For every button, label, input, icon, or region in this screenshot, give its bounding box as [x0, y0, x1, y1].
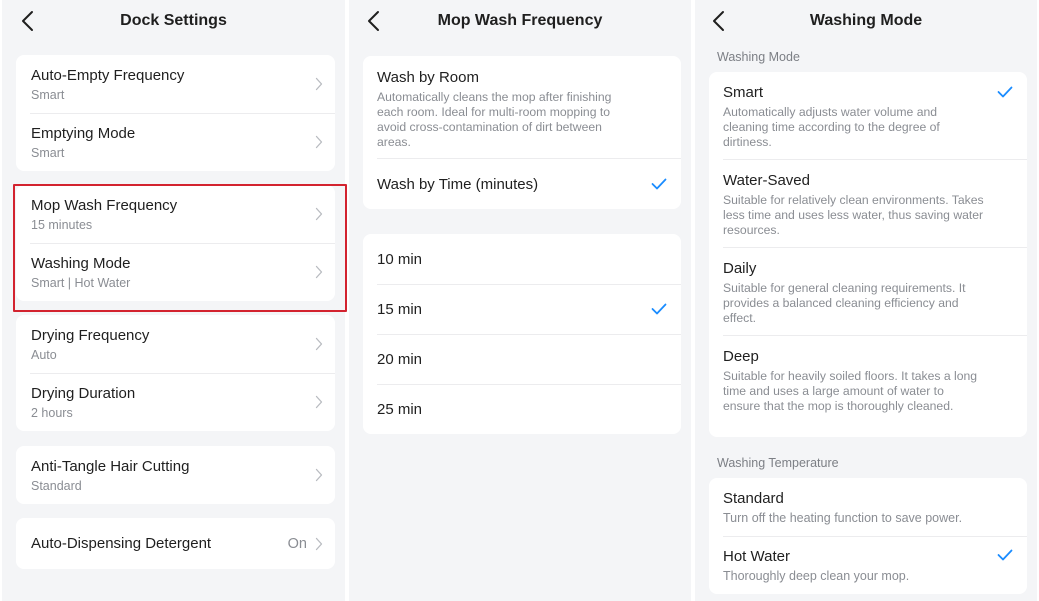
- chevron-right-icon: [315, 395, 323, 409]
- section-header-washing-temperature: Washing Temperature: [717, 456, 839, 470]
- wash-method-card: Wash by Room Automatically cleans the mo…: [363, 56, 681, 209]
- setting-value: Standard: [31, 479, 82, 493]
- chevron-right-icon: [315, 207, 323, 221]
- washing-temperature-card: Standard Turn off the heating function t…: [709, 478, 1027, 594]
- nav-bar: Mop Wash Frequency: [349, 0, 691, 44]
- setting-row-anti-tangle[interactable]: Anti-Tangle Hair Cutting Standard: [16, 446, 335, 504]
- setting-label: Drying Duration: [31, 385, 136, 402]
- temp-label: Standard: [723, 490, 784, 507]
- time-option-label: 15 min: [377, 301, 423, 318]
- settings-card-drying: Drying Frequency Auto Drying Duration 2 …: [16, 315, 335, 431]
- time-option-label: 25 min: [377, 401, 423, 418]
- setting-label: Emptying Mode: [31, 125, 136, 142]
- setting-label: Mop Wash Frequency: [31, 197, 178, 214]
- chevron-right-icon: [315, 537, 323, 551]
- time-option-label: 10 min: [377, 251, 423, 268]
- chevron-right-icon: [315, 265, 323, 279]
- setting-value: On: [287, 536, 307, 552]
- mode-label: Smart: [723, 84, 764, 101]
- mode-option-deep[interactable]: Deep Suitable for heavily soiled floors.…: [709, 335, 1027, 437]
- settings-card-emptying: Auto-Empty Frequency Smart Emptying Mode…: [16, 55, 335, 171]
- checkmark-icon: [651, 178, 667, 190]
- time-option-25[interactable]: 25 min: [363, 384, 681, 434]
- setting-row-washing-mode[interactable]: Washing Mode Smart | Hot Water: [16, 243, 335, 301]
- chevron-right-icon: [315, 337, 323, 351]
- time-option-15[interactable]: 15 min: [363, 284, 681, 334]
- mode-option-smart[interactable]: Smart Automatically adjusts water volume…: [709, 72, 1027, 159]
- setting-row-emptying-mode[interactable]: Emptying Mode Smart: [16, 113, 335, 171]
- mode-label: Deep: [723, 348, 759, 365]
- mode-option-water-saved[interactable]: Water-Saved Suitable for relatively clea…: [709, 159, 1027, 247]
- page-title: Dock Settings: [120, 12, 227, 29]
- option-label: Wash by Time (minutes): [377, 176, 539, 193]
- setting-value: Auto: [31, 348, 57, 362]
- temp-label: Hot Water: [723, 548, 790, 565]
- temp-option-standard[interactable]: Standard Turn off the heating function t…: [709, 478, 1027, 536]
- temp-description: Turn off the heating function to save po…: [723, 511, 963, 525]
- washing-mode-screen: Washing Mode Washing Mode Smart Automati…: [695, 0, 1037, 601]
- setting-value: Smart: [31, 88, 65, 102]
- setting-row-auto-dispensing-detergent[interactable]: Auto-Dispensing Detergent On: [16, 518, 335, 569]
- time-options-card: 10 min 15 min 20 min 25 min: [363, 234, 681, 434]
- chevron-right-icon: [315, 468, 323, 482]
- option-label: Wash by Room: [377, 69, 479, 86]
- temp-option-hot-water[interactable]: Hot Water Thoroughly deep clean your mop…: [709, 536, 1027, 594]
- setting-label: Anti-Tangle Hair Cutting: [31, 458, 190, 475]
- temp-description: Thoroughly deep clean your mop.: [723, 569, 910, 583]
- setting-value: 2 hours: [31, 406, 73, 420]
- setting-value: Smart | Hot Water: [31, 276, 131, 290]
- time-option-label: 20 min: [377, 351, 423, 368]
- setting-value: Smart: [31, 146, 65, 160]
- setting-label: Auto-Dispensing Detergent: [31, 535, 212, 552]
- option-wash-by-time[interactable]: Wash by Time (minutes): [363, 158, 681, 209]
- settings-card-detergent: Auto-Dispensing Detergent On: [16, 518, 335, 569]
- page-title: Mop Wash Frequency: [437, 12, 603, 29]
- time-option-20[interactable]: 20 min: [363, 334, 681, 384]
- settings-card-washing: Mop Wash Frequency 15 minutes Washing Mo…: [16, 185, 335, 301]
- setting-row-mop-wash-frequency[interactable]: Mop Wash Frequency 15 minutes: [16, 185, 335, 243]
- setting-label: Drying Frequency: [31, 327, 150, 344]
- setting-value: 15 minutes: [31, 218, 93, 232]
- mode-label: Water-Saved: [723, 172, 810, 189]
- checkmark-icon: [997, 86, 1013, 98]
- setting-row-auto-empty-frequency[interactable]: Auto-Empty Frequency Smart: [16, 55, 335, 113]
- mode-description: Suitable for relatively clean environmen…: [723, 193, 984, 237]
- setting-row-drying-frequency[interactable]: Drying Frequency Auto: [16, 315, 335, 373]
- time-option-10[interactable]: 10 min: [363, 234, 681, 284]
- setting-row-drying-duration[interactable]: Drying Duration 2 hours: [16, 373, 335, 431]
- mode-description: Automatically adjusts water volume and c…: [723, 105, 940, 149]
- chevron-right-icon: [315, 135, 323, 149]
- mode-option-daily[interactable]: Daily Suitable for general cleaning requ…: [709, 247, 1027, 335]
- mode-description: Suitable for general cleaning requiremen…: [723, 281, 966, 325]
- setting-label: Auto-Empty Frequency: [31, 67, 185, 84]
- checkmark-icon: [651, 303, 667, 315]
- section-header-washing-mode: Washing Mode: [717, 50, 800, 64]
- mode-description: Suitable for heavily soiled floors. It t…: [723, 369, 978, 413]
- checkmark-icon: [997, 549, 1013, 561]
- mode-label: Daily: [723, 260, 757, 277]
- nav-bar: Washing Mode: [695, 0, 1037, 44]
- page-title: Washing Mode: [809, 12, 923, 29]
- option-description: Automatically cleans the mop after finis…: [377, 90, 612, 149]
- mop-wash-frequency-screen: Mop Wash Frequency Wash by Room Automati…: [349, 0, 691, 601]
- nav-bar: Dock Settings: [2, 0, 345, 44]
- washing-mode-card: Smart Automatically adjusts water volume…: [709, 72, 1027, 437]
- option-wash-by-room[interactable]: Wash by Room Automatically cleans the mo…: [363, 56, 681, 158]
- chevron-right-icon: [315, 77, 323, 91]
- setting-label: Washing Mode: [31, 255, 131, 272]
- dock-settings-screen: Dock Settings Auto-Empty Frequency Smart…: [2, 0, 347, 601]
- settings-card-anti-tangle: Anti-Tangle Hair Cutting Standard: [16, 446, 335, 504]
